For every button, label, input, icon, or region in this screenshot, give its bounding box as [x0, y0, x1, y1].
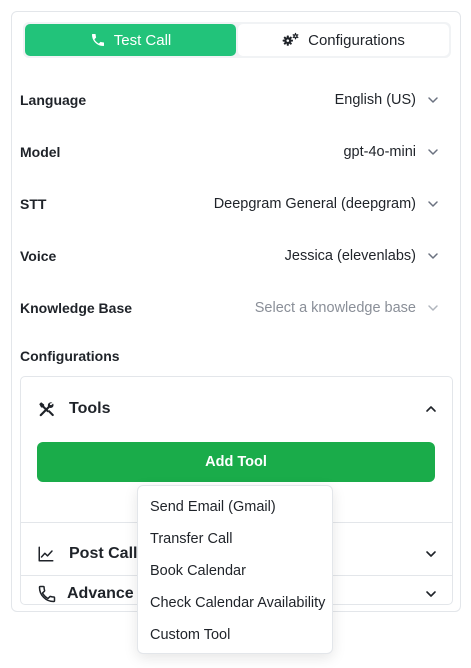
language-select[interactable]: English (US)	[335, 92, 440, 108]
voice-label: Voice	[20, 248, 57, 264]
menu-item-book-calendar[interactable]: Book Calendar	[138, 555, 332, 587]
chevron-down-icon	[428, 201, 438, 207]
stt-label: STT	[20, 196, 47, 212]
language-label: Language	[20, 92, 87, 108]
knowledge-base-placeholder: Select a knowledge base	[254, 300, 416, 316]
chevron-down-icon	[428, 149, 438, 155]
menu-item-check-calendar-availability[interactable]: Check Calendar Availability	[138, 587, 332, 619]
tab-test-call[interactable]: Test Call	[25, 24, 236, 56]
gears-icon	[282, 32, 300, 48]
voice-value: Jessica (elevenlabs)	[284, 248, 416, 264]
tab-configurations-label: Configurations	[308, 31, 405, 49]
tab-bar: Test Call Configurations	[23, 22, 451, 58]
tab-configurations[interactable]: Configurations	[238, 24, 449, 56]
model-label: Model	[20, 144, 61, 160]
model-value: gpt-4o-mini	[343, 144, 416, 160]
voice-select[interactable]: Jessica (elevenlabs)	[285, 248, 440, 264]
stt-row: STT Deepgram General (deepgram)	[20, 193, 440, 215]
voice-row: Voice Jessica (elevenlabs)	[20, 245, 440, 267]
language-value: English (US)	[334, 92, 416, 108]
post-call-section-title: Post Call	[69, 545, 138, 562]
chart-line-icon	[38, 546, 54, 562]
add-tool-button[interactable]: Add Tool	[37, 442, 435, 482]
model-select[interactable]: gpt-4o-mini	[343, 144, 440, 160]
chevron-down-icon	[428, 305, 438, 311]
language-row: Language English (US)	[20, 89, 440, 111]
stt-value: Deepgram General (deepgram)	[213, 196, 416, 212]
knowledge-base-select[interactable]: Select a knowledge base	[255, 300, 440, 316]
phone-icon	[38, 585, 56, 603]
tools-section-header[interactable]: Tools	[21, 389, 452, 429]
chevron-down-icon	[428, 253, 438, 259]
knowledge-base-row: Knowledge Base Select a knowledge base	[20, 297, 440, 319]
configurations-heading: Configurations	[20, 348, 120, 364]
model-row: Model gpt-4o-mini	[20, 141, 440, 163]
tab-test-call-label: Test Call	[113, 31, 172, 49]
phone-icon	[90, 32, 106, 48]
tools-section-title: Tools	[69, 400, 111, 417]
menu-item-transfer-call[interactable]: Transfer Call	[138, 523, 332, 555]
menu-item-send-email-gmail[interactable]: Send Email (Gmail)	[138, 491, 332, 523]
knowledge-base-label: Knowledge Base	[20, 300, 133, 316]
chevron-up-icon	[426, 406, 436, 412]
add-tool-dropdown-menu: Send Email (Gmail) Transfer Call Book Ca…	[137, 485, 333, 654]
menu-item-custom-tool[interactable]: Custom Tool	[138, 619, 332, 651]
tools-icon	[39, 402, 54, 417]
stt-select[interactable]: Deepgram General (deepgram)	[214, 196, 440, 212]
chevron-down-icon	[428, 97, 438, 103]
chevron-down-icon	[426, 551, 436, 557]
chevron-down-icon	[426, 591, 436, 597]
